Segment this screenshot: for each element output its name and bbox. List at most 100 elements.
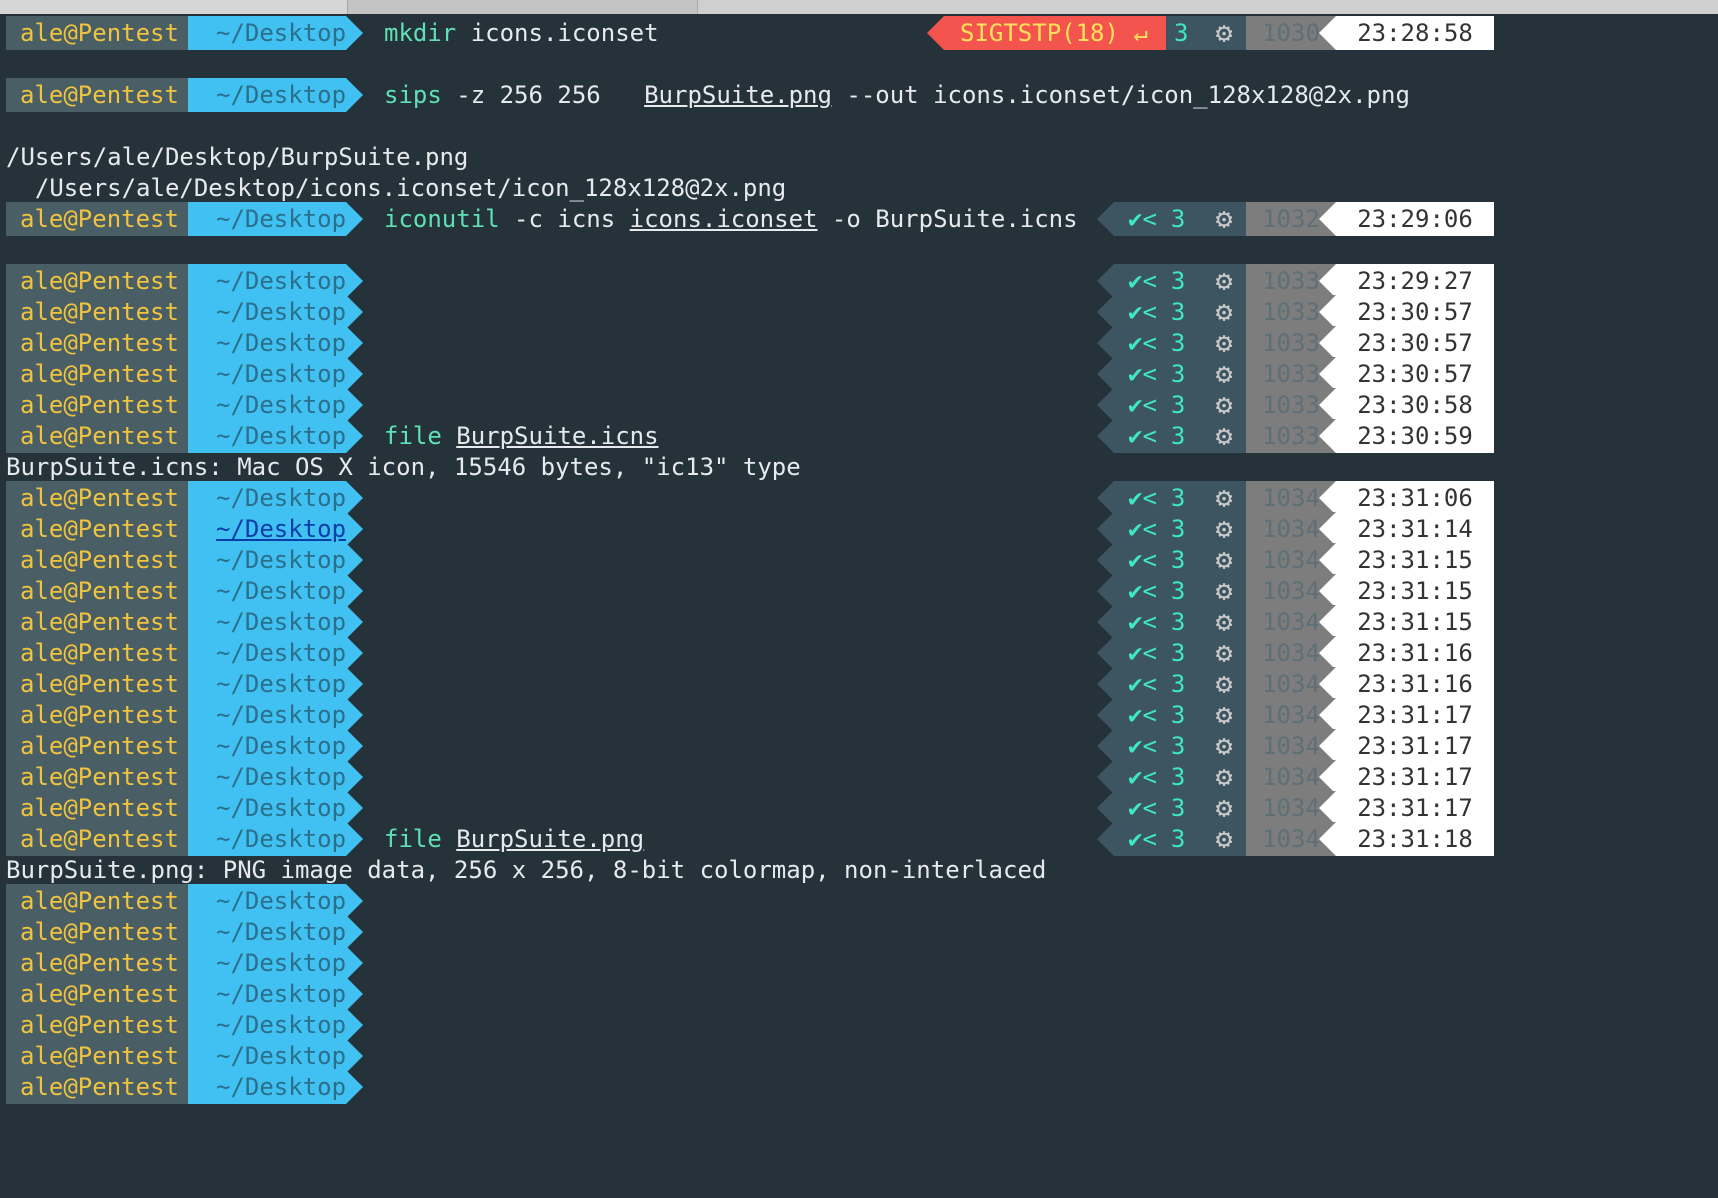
prompt-line: ale@Pentest ~/Desktop file BurpSuite.icns ✔… bbox=[0, 419, 1718, 453]
vi-mode-indicator: < bbox=[1142, 360, 1157, 388]
prompt-separator bbox=[346, 791, 363, 825]
command-args: -c icns bbox=[499, 205, 630, 233]
status-segment: ✔< 3 bbox=[1114, 636, 1202, 670]
check-icon: ✔ bbox=[1128, 639, 1143, 667]
status-segment: ✔< 3 bbox=[1114, 357, 1202, 391]
prompt-user: ale@Pentest bbox=[6, 543, 188, 577]
timestamp: 23:31:15 bbox=[1336, 543, 1494, 577]
tab-1[interactable] bbox=[0, 0, 348, 14]
prompt-dir: ~/Desktop bbox=[188, 543, 346, 577]
jobs-count: 3 bbox=[1170, 360, 1186, 388]
prompt-dir: ~/Desktop bbox=[188, 202, 346, 236]
check-icon: ✔ bbox=[1128, 391, 1143, 419]
timestamp: 23:31:17 bbox=[1336, 698, 1494, 732]
prompt-dir: ~/Desktop bbox=[188, 884, 346, 918]
output-line: BurpSuite.icns: Mac OS X icon, 15546 byt… bbox=[0, 450, 1718, 484]
prompt-dir: ~/Desktop bbox=[188, 946, 346, 980]
timestamp: 23:31:16 bbox=[1336, 636, 1494, 670]
prompt-dir[interactable]: ~/Desktop bbox=[188, 512, 346, 546]
prompt-dir: ~/Desktop bbox=[188, 760, 346, 794]
check-icon: ✔ bbox=[1128, 794, 1143, 822]
prompt-user: ale@Pentest bbox=[6, 1039, 188, 1073]
timestamp: 23:31:14 bbox=[1336, 512, 1494, 546]
prompt-separator bbox=[346, 1070, 363, 1104]
status-segment: ✔< 3 bbox=[1114, 543, 1202, 577]
status-segment: ✔< 3 bbox=[1114, 295, 1202, 329]
prompt-dir: ~/Desktop bbox=[188, 295, 346, 329]
prompt-separator bbox=[346, 946, 363, 980]
vi-mode-indicator: < bbox=[1142, 608, 1157, 636]
command-text: sips -z 256 256 BurpSuite.png --out icon… bbox=[384, 78, 1410, 112]
prompt-dir: ~/Desktop bbox=[188, 264, 346, 298]
prompt-separator bbox=[346, 636, 363, 670]
prompt-user: ale@Pentest bbox=[6, 1008, 188, 1042]
prompt-dir: ~/Desktop bbox=[188, 636, 346, 670]
rprompt-separator bbox=[1319, 357, 1336, 391]
status-segment: ✔< 3 bbox=[1114, 388, 1202, 422]
prompt-separator bbox=[346, 202, 363, 236]
vi-mode-indicator: < bbox=[1142, 670, 1157, 698]
check-icon: ✔ bbox=[1128, 608, 1143, 636]
prompt-separator bbox=[346, 1039, 363, 1073]
check-icon: ✔ bbox=[1128, 267, 1143, 295]
prompt-line: ale@Pentest ~/Desktop bbox=[0, 884, 1718, 918]
prompt-separator bbox=[346, 295, 363, 329]
rprompt-separator bbox=[1097, 419, 1114, 453]
timestamp: 23:31:15 bbox=[1336, 574, 1494, 608]
prompt-user: ale@Pentest bbox=[6, 512, 188, 546]
vi-mode-indicator: < bbox=[1142, 298, 1157, 326]
prompt-dir: ~/Desktop bbox=[188, 1008, 346, 1042]
vi-mode-indicator: < bbox=[1142, 546, 1157, 574]
prompt-line: ale@Pentest ~/Desktop bbox=[0, 946, 1718, 980]
gear-icon: ⚙ bbox=[1202, 481, 1246, 515]
prompt-line: ale@Pentest ~/Desktop ✔< 3 ⚙ 1034 23:31:15 bbox=[0, 574, 1718, 608]
prompt-separator bbox=[346, 388, 363, 422]
prompt-user: ale@Pentest bbox=[6, 915, 188, 949]
prompt-user: ale@Pentest bbox=[6, 636, 188, 670]
gear-icon: ⚙ bbox=[1202, 202, 1246, 236]
prompt-dir: ~/Desktop bbox=[188, 1070, 346, 1104]
command-program: file bbox=[384, 422, 442, 450]
gear-icon: ⚙ bbox=[1202, 264, 1246, 298]
rprompt-separator bbox=[1319, 698, 1336, 732]
prompt-separator bbox=[346, 605, 363, 639]
prompt-dir: ~/Desktop bbox=[188, 977, 346, 1011]
signal-text: SIGTSTP(18) bbox=[960, 19, 1119, 47]
prompt-dir: ~/Desktop bbox=[188, 388, 346, 422]
rprompt-separator bbox=[1097, 202, 1114, 236]
prompt-user: ale@Pentest bbox=[6, 419, 188, 453]
tab-2[interactable] bbox=[348, 0, 698, 14]
check-icon: ✔ bbox=[1128, 577, 1143, 605]
prompt-line: ale@Pentest ~/Desktop ✔< 3 ⚙ 1034 23:31:15 bbox=[0, 543, 1718, 577]
status-segment: ✔< 3 bbox=[1114, 605, 1202, 639]
jobs-count: 3 bbox=[1170, 515, 1186, 543]
gear-icon: ⚙ bbox=[1202, 295, 1246, 329]
prompt-user: ale@Pentest bbox=[6, 791, 188, 825]
rprompt-separator bbox=[1097, 543, 1114, 577]
timestamp: 23:31:18 bbox=[1336, 822, 1494, 856]
status-segment: ✔< 3 bbox=[1114, 512, 1202, 546]
rprompt-separator bbox=[1097, 388, 1114, 422]
rprompt-separator bbox=[1319, 822, 1336, 856]
rprompt-separator bbox=[1319, 636, 1336, 670]
terminal-output[interactable]: ale@Pentest ~/Desktop mkdir icons.iconset S… bbox=[0, 14, 1718, 1198]
status-segment: ✔< 3 bbox=[1114, 698, 1202, 732]
jobs-count: 3 bbox=[1170, 329, 1186, 357]
prompt-line: ale@Pentest ~/Desktop ✔< 3 ⚙ 1033 23:29:27 bbox=[0, 264, 1718, 298]
tab-bar bbox=[0, 0, 1718, 14]
prompt-line: ale@Pentest ~/Desktop ✔< 3 ⚙ 1033 23:30:57 bbox=[0, 326, 1718, 360]
gear-icon: ⚙ bbox=[1202, 698, 1246, 732]
prompt-line: ale@Pentest ~/Desktop ✔< 3 ⚙ 1034 23:31:16 bbox=[0, 667, 1718, 701]
rprompt-separator bbox=[1319, 512, 1336, 546]
prompt-dir: ~/Desktop bbox=[188, 326, 346, 360]
rprompt-separator bbox=[1097, 295, 1114, 329]
rprompt-separator bbox=[1319, 264, 1336, 298]
prompt-dir: ~/Desktop bbox=[188, 574, 346, 608]
check-icon: ✔ bbox=[1128, 732, 1143, 760]
prompt-line: ale@Pentest ~/Desktop ✔< 3 ⚙ 1034 23:31:16 bbox=[0, 636, 1718, 670]
prompt-user: ale@Pentest bbox=[6, 202, 188, 236]
command-program: sips bbox=[384, 81, 442, 109]
vi-mode-indicator: < bbox=[1142, 391, 1157, 419]
prompt-line: ale@Pentest ~/Desktop ✔< 3 ⚙ 1033 23:30:57 bbox=[0, 295, 1718, 329]
rprompt-separator bbox=[1097, 264, 1114, 298]
